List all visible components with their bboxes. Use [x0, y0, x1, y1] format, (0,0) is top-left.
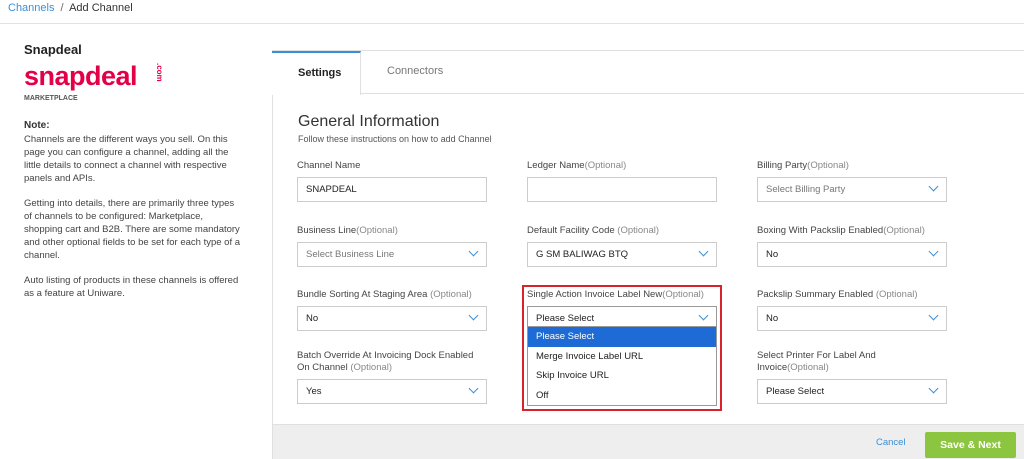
field-label: Boxing With Packslip Enabled: [757, 225, 884, 236]
breadcrumb-channels-link[interactable]: Channels: [8, 2, 54, 14]
batch-override-field: Batch Override At Invoicing Dock Enabled…: [297, 350, 487, 404]
breadcrumb-current: Add Channel: [69, 2, 133, 14]
breadcrumb-separator: /: [60, 2, 64, 14]
select-printer-field: Select Printer For Label And Invoice(Opt…: [757, 350, 947, 404]
default-facility-field: Default Facility Code (Optional) G SM BA…: [527, 225, 717, 267]
field-label: Business Line: [297, 225, 357, 236]
bundle-sorting-field: Bundle Sorting At Staging Area (Optional…: [297, 289, 487, 331]
chevron-down-icon: [469, 248, 478, 257]
dropdown-option-skip-invoice-url[interactable]: Skip Invoice URL: [528, 366, 716, 386]
save-next-button[interactable]: Save & Next: [925, 432, 1016, 458]
chevron-down-icon: [699, 248, 708, 257]
logo-suffix: .com: [155, 63, 164, 82]
section-title: General Information: [298, 113, 440, 130]
business-line-select[interactable]: Select Business Line: [297, 242, 487, 267]
note-paragraph: Auto listing of products in these channe…: [24, 275, 239, 299]
chevron-down-icon: [929, 312, 938, 321]
field-label: Channel Name: [297, 160, 361, 171]
select-printer-select[interactable]: Please Select: [757, 379, 947, 404]
packslip-summary-select[interactable]: No: [757, 306, 947, 331]
tab-settings[interactable]: Settings: [272, 51, 361, 95]
note-paragraph: Getting into details, there are primaril…: [24, 198, 241, 261]
single-action-invoice-dropdown: Please Select Merge Invoice Label URL Sk…: [527, 326, 717, 406]
ledger-name-field: Ledger Name(Optional): [527, 160, 717, 202]
ledger-name-input[interactable]: [527, 177, 717, 202]
field-label: Bundle Sorting At Staging Area: [297, 289, 431, 300]
chevron-down-icon: [929, 183, 938, 192]
field-label: Packslip Summary Enabled: [757, 289, 876, 300]
chevron-down-icon: [469, 312, 478, 321]
billing-party-field: Billing Party(Optional) Select Billing P…: [757, 160, 947, 202]
bundle-sorting-select[interactable]: No: [297, 306, 487, 331]
channel-name-input[interactable]: SNAPDEAL: [297, 177, 487, 202]
boxing-packslip-select[interactable]: No: [757, 242, 947, 267]
field-label: Billing Party: [757, 160, 808, 171]
dropdown-option-off[interactable]: Off: [528, 386, 716, 406]
chevron-down-icon: [929, 385, 938, 394]
batch-override-select[interactable]: Yes: [297, 379, 487, 404]
note-heading: Note:: [24, 120, 50, 131]
channel-info-panel: Snapdeal snapdeal .com MARKETPLACE Note:…: [24, 42, 240, 300]
tab-connectors[interactable]: Connectors: [361, 51, 469, 94]
field-label: Ledger Name: [527, 160, 585, 171]
section-subtitle: Follow these instructions on how to add …: [298, 134, 492, 144]
channel-name-heading: Snapdeal: [24, 42, 82, 57]
action-footer: Cancel Save & Next: [273, 424, 1024, 459]
billing-party-select[interactable]: Select Billing Party: [757, 177, 947, 202]
chevron-down-icon: [469, 385, 478, 394]
channel-name-field: Channel Name SNAPDEAL: [297, 160, 487, 202]
logo-text: snapdeal: [24, 61, 138, 91]
boxing-packslip-field: Boxing With Packslip Enabled(Optional) N…: [757, 225, 947, 267]
dropdown-option-merge-invoice-label-url[interactable]: Merge Invoice Label URL: [528, 347, 716, 367]
packslip-summary-field: Packslip Summary Enabled (Optional) No: [757, 289, 947, 331]
general-information-section: General Information Follow these instruc…: [298, 113, 492, 144]
dropdown-option-please-select[interactable]: Please Select: [528, 327, 716, 347]
chevron-down-icon: [929, 248, 938, 257]
default-facility-select[interactable]: G SM BALIWAG BTQ: [527, 242, 717, 267]
breadcrumb: Channels / Add Channel: [0, 0, 1024, 24]
cancel-button[interactable]: Cancel: [876, 437, 906, 448]
business-line-field: Business Line(Optional) Select Business …: [297, 225, 487, 267]
field-label: Default Facility Code: [527, 225, 618, 236]
note-paragraph: Channels are the different ways you sell…: [24, 134, 229, 184]
tab-bar: Settings Connectors: [272, 51, 1024, 95]
snapdeal-logo: snapdeal .com: [24, 61, 240, 97]
